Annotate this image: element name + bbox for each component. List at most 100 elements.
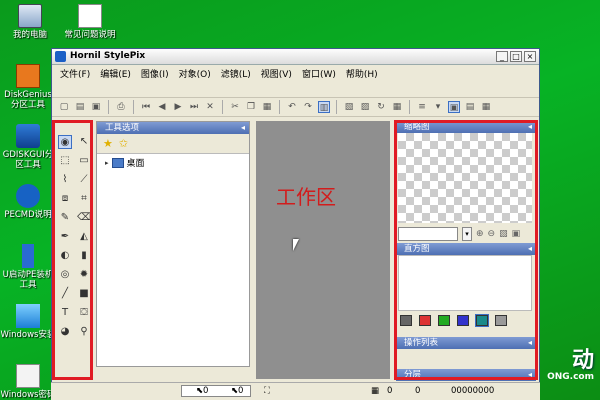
fullscreen-icon[interactable]: ⛶ [264, 386, 270, 396]
channel-rgb-icon[interactable] [475, 314, 489, 327]
channel-green-icon[interactable] [438, 315, 450, 326]
cut-icon[interactable]: ✂ [229, 101, 241, 113]
zoom-icon[interactable]: ⚲ [77, 325, 91, 339]
pen-icon[interactable]: ✒ [58, 230, 72, 244]
dropdown-icon[interactable]: ▾ [432, 101, 444, 113]
menu-filter[interactable]: 滤镜(L) [217, 66, 255, 81]
sun-icon[interactable]: ✹ [77, 268, 91, 282]
desktop-icon-gdiskgui[interactable]: GDISKGUI分区工具 [0, 124, 56, 170]
print-icon[interactable]: ⎙ [115, 101, 127, 113]
channel-gray-icon[interactable] [400, 315, 412, 326]
gradient-icon[interactable]: ▮ [77, 249, 91, 263]
zoom-level-input[interactable] [398, 227, 458, 241]
password-tool-icon [16, 364, 40, 388]
text-icon[interactable]: T [58, 306, 72, 320]
channel-blue-icon[interactable] [457, 315, 469, 326]
panel-header-thumbnail[interactable]: 缩略图 ◂ [396, 121, 536, 133]
desktop-icon-pecmd[interactable]: PECMD说明 [0, 184, 56, 220]
magic-wand-icon[interactable]: ⟋ [77, 173, 91, 187]
workspace-area[interactable]: 工作区 [256, 121, 390, 379]
close-icon[interactable]: ✕ [204, 101, 216, 113]
next-icon[interactable]: ▶ [172, 101, 184, 113]
save-icon[interactable]: ▣ [90, 101, 102, 113]
refresh-icon[interactable]: ↻ [375, 101, 387, 113]
new-icon[interactable]: ▢ [58, 101, 70, 113]
view-mode-icon[interactable]: ▣ [448, 101, 460, 113]
marquee-icon[interactable]: ⬚ [58, 154, 72, 168]
pointer-icon[interactable]: ↖ [77, 135, 91, 149]
desktop-icon-faq[interactable]: 常见问题说明 [62, 4, 118, 40]
favorites-bar: ★ ✩ [97, 134, 249, 154]
pin-icon[interactable]: ◂ [528, 369, 532, 381]
desktop-icon-usb-installer[interactable]: U启动PE装机工具 [0, 244, 56, 290]
menu-object[interactable]: 对象(O) [175, 66, 215, 81]
paste-icon[interactable]: ▦ [261, 101, 273, 113]
star-add-icon[interactable]: ✩ [119, 137, 128, 150]
expand-arrow-icon[interactable]: ▸ [105, 159, 109, 167]
panel-icon[interactable]: ▥ [318, 101, 330, 113]
eye-icon[interactable]: ◉ [58, 135, 72, 149]
copy-icon[interactable]: ❐ [245, 101, 257, 113]
last-icon[interactable]: ⏭ [188, 101, 200, 113]
smudge-icon[interactable]: ◐ [58, 249, 72, 263]
eraser-icon[interactable]: ⌫ [77, 211, 91, 225]
zoom-dropdown-icon[interactable]: ▾ [462, 227, 472, 241]
pin-icon[interactable]: ◂ [528, 243, 532, 255]
close-button[interactable]: × [524, 51, 536, 62]
brush-icon[interactable]: ✎ [58, 211, 72, 225]
menu-view[interactable]: 视图(V) [257, 66, 296, 81]
open-icon[interactable]: ▤ [74, 101, 86, 113]
menu-image[interactable]: 图像(I) [137, 66, 173, 81]
redo-icon[interactable]: ↷ [302, 101, 314, 113]
panel-header-histogram[interactable]: 直方图 ◂ [396, 243, 536, 255]
desktop-icon-my-computer[interactable]: 我的电脑 [2, 4, 58, 40]
desktop-icon-diskgenius[interactable]: DiskGenius分区工具 [0, 64, 56, 110]
pin-icon[interactable]: ◂ [528, 337, 532, 349]
image-icon[interactable]: ▧ [343, 101, 355, 113]
channel-options-icon[interactable] [495, 315, 507, 326]
toolbar-separator [336, 100, 337, 114]
desktop-icon-windows-password[interactable]: Windows密码 [0, 364, 56, 400]
title-bar[interactable]: Hornil StylePix _ □ × [52, 49, 539, 65]
desktop-icon-windows-install[interactable]: Windows安装 [0, 304, 56, 340]
transform-icon[interactable]: ⧈ [58, 192, 72, 206]
grid-view-icon[interactable]: ▦ [480, 101, 492, 113]
line-icon[interactable]: ╱ [58, 287, 72, 301]
pin-icon[interactable]: ◂ [241, 122, 245, 134]
fill-icon[interactable]: ◭ [77, 230, 91, 244]
lasso-icon[interactable]: ⌇ [58, 173, 72, 187]
actual-size-icon[interactable]: ▣ [512, 229, 521, 239]
menu-help[interactable]: 帮助(H) [342, 66, 382, 81]
crop-icon[interactable]: ⌗ [77, 192, 91, 206]
stamp-icon[interactable]: ⛋ [77, 306, 91, 320]
undo-icon[interactable]: ↶ [286, 101, 298, 113]
folder-icon[interactable]: ▨ [359, 101, 371, 113]
prev-icon[interactable]: ◀ [156, 101, 168, 113]
brand-watermark-sub: ONG.com [547, 372, 594, 382]
menu-file[interactable]: 文件(F) [56, 66, 94, 81]
first-icon[interactable]: ⏮ [140, 101, 152, 113]
zoom-in-icon[interactable]: ⊕ [476, 229, 484, 239]
color-picker-icon[interactable]: ◕ [58, 325, 72, 339]
channel-red-icon[interactable] [419, 315, 431, 326]
maximize-button[interactable]: □ [510, 51, 522, 62]
red-eye-icon[interactable]: ◎ [58, 268, 72, 282]
star-icon[interactable]: ★ [103, 137, 113, 150]
menu-edit[interactable]: 编辑(E) [96, 66, 135, 81]
panel-header-layers[interactable]: 分层 ◂ [396, 369, 536, 381]
shape-icon[interactable]: ■ [77, 287, 91, 301]
mouse-cursor-icon [293, 239, 299, 251]
rect-select-icon[interactable]: ▭ [77, 154, 91, 168]
minimize-button[interactable]: _ [496, 51, 508, 62]
fit-icon[interactable]: ▧ [499, 229, 508, 239]
panel-header-operations[interactable]: 操作列表 ◂ [396, 337, 536, 349]
tree-item-desktop[interactable]: ▸ 桌面 [97, 154, 249, 169]
status-y: 0 [238, 386, 244, 396]
grid-icon[interactable]: ▦ [391, 101, 403, 113]
zoom-out-icon[interactable]: ⊖ [488, 229, 496, 239]
panel-header-tool-options[interactable]: 工具选项 ◂ [97, 122, 249, 134]
menu-window[interactable]: 窗口(W) [298, 66, 340, 81]
pin-icon[interactable]: ◂ [528, 121, 532, 133]
align-icon[interactable]: ≡ [416, 101, 428, 113]
layout-icon[interactable]: ▤ [464, 101, 476, 113]
